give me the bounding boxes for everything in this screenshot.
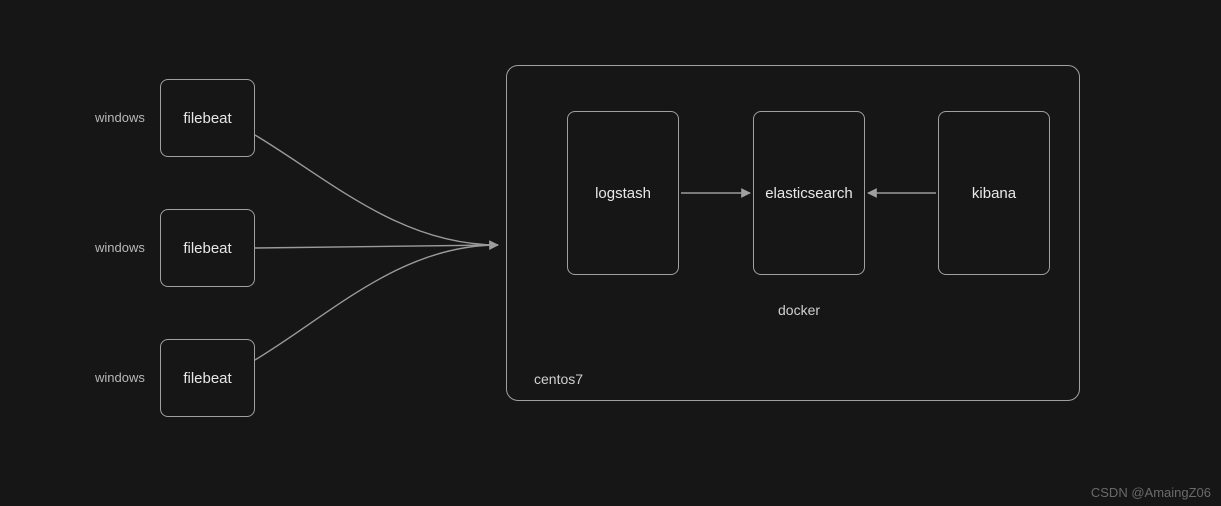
- filebeat-node-2-label: filebeat: [183, 240, 231, 257]
- elasticsearch-node-label: elasticsearch: [765, 185, 853, 202]
- filebeat-node-1-side-label: windows: [95, 110, 145, 125]
- filebeat-node-3-side-label: windows: [95, 370, 145, 385]
- logstash-node: logstash: [567, 111, 679, 275]
- filebeat-node-2: filebeat: [160, 209, 255, 287]
- kibana-node: kibana: [938, 111, 1050, 275]
- logstash-node-label: logstash: [595, 185, 651, 202]
- filebeat-node-3: filebeat: [160, 339, 255, 417]
- watermark-text: CSDN @AmaingZ06: [1091, 485, 1211, 500]
- filebeat-node-1: filebeat: [160, 79, 255, 157]
- edge-filebeat3-to-centos7: [255, 245, 498, 360]
- edge-filebeat2-to-centos7: [255, 245, 498, 248]
- kibana-node-label: kibana: [972, 185, 1016, 202]
- centos7-container-label: centos7: [534, 371, 583, 387]
- edge-filebeat1-to-centos7: [255, 135, 498, 245]
- filebeat-node-2-side-label: windows: [95, 240, 145, 255]
- docker-label: docker: [778, 302, 820, 318]
- elasticsearch-node: elasticsearch: [753, 111, 865, 275]
- filebeat-node-1-label: filebeat: [183, 110, 231, 127]
- filebeat-node-3-label: filebeat: [183, 370, 231, 387]
